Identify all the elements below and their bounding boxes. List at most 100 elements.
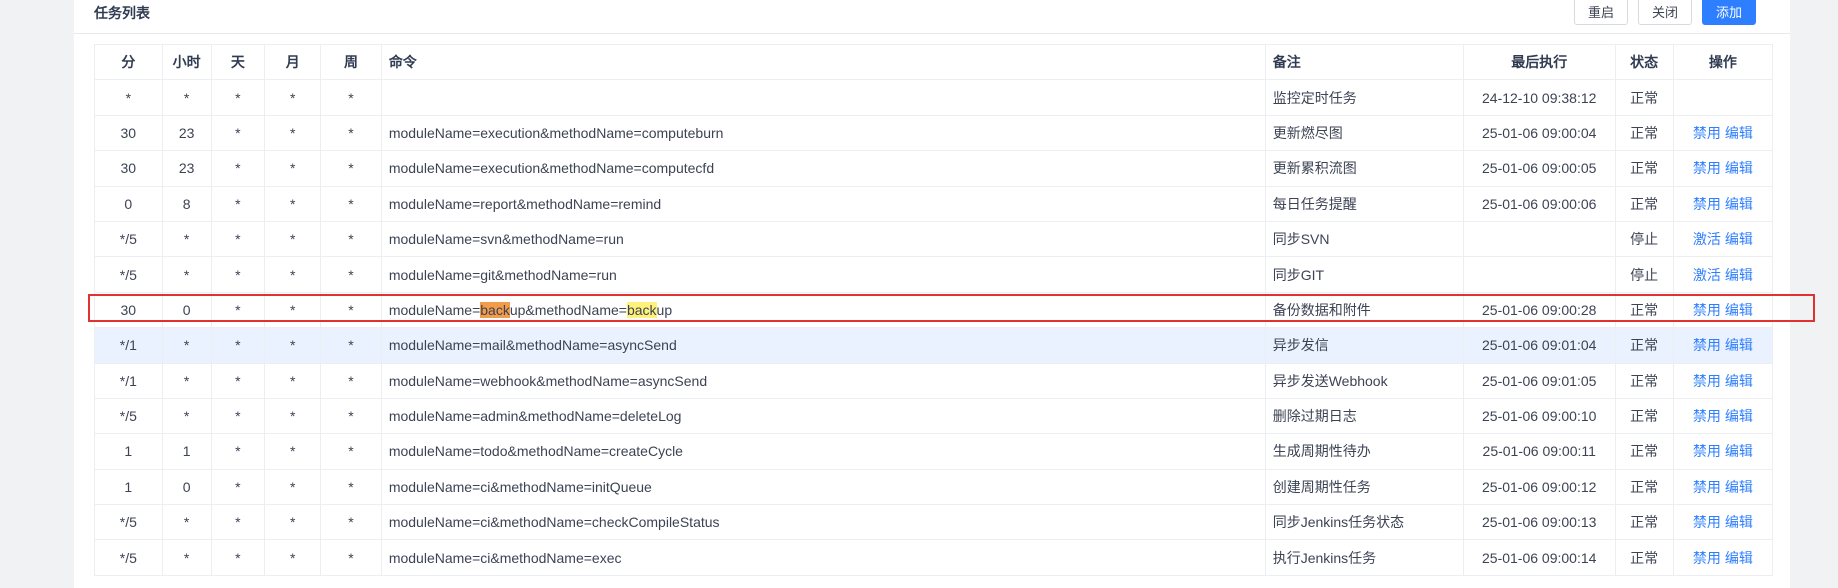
cell-command: moduleName=execution&methodName=computeb…	[380, 114, 1266, 152]
col-header-command[interactable]: 命令	[380, 43, 1266, 81]
cell-command	[380, 79, 1266, 116]
col-header-last-run[interactable]: 最后执行	[1462, 43, 1616, 81]
disable-link[interactable]: 禁用	[1693, 196, 1721, 212]
cell-last-run: 25-01-06 09:00:13	[1462, 504, 1616, 541]
disable-link[interactable]: 禁用	[1693, 373, 1721, 389]
cell-command: moduleName=report&methodName=remind	[380, 185, 1266, 222]
col-header-month[interactable]: 月	[264, 43, 322, 81]
table-row[interactable]: */5 * * * * moduleName=admin&methodName=delet…	[94, 397, 1774, 435]
cell-note: 同步SVN	[1264, 220, 1464, 258]
cell-week: *	[320, 327, 382, 364]
edit-link[interactable]: 编辑	[1725, 160, 1753, 176]
cell-hour: 8	[161, 185, 212, 222]
cell-actions: 禁用 编辑	[1672, 504, 1774, 541]
table-row[interactable]: 30 23 * * * moduleName=execution&methodName=c…	[94, 150, 1774, 187]
disable-link[interactable]: 禁用	[1693, 443, 1721, 459]
cell-day: *	[210, 504, 266, 541]
activate-link[interactable]: 激活	[1693, 231, 1721, 247]
cell-week: *	[320, 256, 382, 293]
disable-link[interactable]: 禁用	[1693, 160, 1721, 176]
edit-link[interactable]: 编辑	[1725, 267, 1753, 283]
table-row[interactable]: */1 * * * * moduleName=mail&methodName=asyncS…	[94, 327, 1774, 364]
col-header-hour[interactable]: 小时	[161, 43, 212, 81]
edit-link[interactable]: 编辑	[1725, 479, 1753, 495]
cell-day: *	[210, 220, 266, 258]
table-row[interactable]: * * * * * 监控定时任务 24-12-10 09:38:12 正常	[94, 79, 1774, 116]
cell-note: 删除过期日志	[1264, 397, 1464, 435]
edit-link[interactable]: 编辑	[1725, 337, 1753, 353]
edit-link[interactable]: 编辑	[1725, 196, 1753, 212]
cell-minute: *	[94, 79, 163, 116]
disable-link[interactable]: 禁用	[1693, 550, 1721, 566]
disable-link[interactable]: 禁用	[1693, 408, 1721, 424]
disable-link[interactable]: 禁用	[1693, 302, 1721, 318]
edit-link[interactable]: 编辑	[1725, 231, 1753, 247]
task-list-panel: 任务列表 重启 关闭 添加 分 小时 天 月 周 命令 备注 最后执行 状态 操…	[74, 0, 1790, 588]
cell-hour: *	[161, 327, 212, 364]
cell-month: *	[264, 468, 322, 506]
disable-link[interactable]: 禁用	[1693, 125, 1721, 141]
cell-last-run: 25-01-06 09:00:05	[1462, 150, 1616, 187]
table-row[interactable]: */5 * * * * moduleName=ci&methodName=checkCom…	[94, 504, 1774, 541]
cell-day: *	[210, 433, 266, 470]
cell-week: *	[320, 79, 382, 116]
cell-command: moduleName=todo&methodName=createCycle	[380, 433, 1266, 470]
cell-hour: *	[161, 256, 212, 293]
close-button[interactable]: 关闭	[1637, 0, 1692, 25]
cell-status: 正常	[1614, 539, 1674, 576]
cell-month: *	[264, 256, 322, 293]
table-row[interactable]: 30 23 * * * moduleName=execution&methodName=c…	[94, 114, 1774, 152]
edit-link[interactable]: 编辑	[1725, 443, 1753, 459]
add-button[interactable]: 添加	[1701, 0, 1756, 25]
restart-button[interactable]: 重启	[1573, 0, 1628, 25]
cell-week: *	[320, 185, 382, 222]
activate-link[interactable]: 激活	[1693, 267, 1721, 283]
table-row[interactable]: 1 0 * * * moduleName=ci&methodName=initQueue 创…	[94, 468, 1774, 506]
cell-note: 生成周期性待办	[1264, 433, 1464, 470]
table-row[interactable]: */1 * * * * moduleName=webhook&methodName=asy…	[94, 362, 1774, 399]
cell-day: *	[210, 79, 266, 116]
cell-status: 正常	[1614, 185, 1674, 222]
cell-week: *	[320, 504, 382, 541]
cell-actions: 禁用 编辑	[1672, 397, 1774, 435]
edit-link[interactable]: 编辑	[1725, 125, 1753, 141]
edit-link[interactable]: 编辑	[1725, 373, 1753, 389]
col-header-status[interactable]: 状态	[1614, 43, 1674, 81]
edit-link[interactable]: 编辑	[1725, 550, 1753, 566]
cell-last-run: 25-01-06 09:00:12	[1462, 468, 1616, 506]
cell-note: 异步发信	[1264, 327, 1464, 364]
col-header-note[interactable]: 备注	[1264, 43, 1464, 81]
cell-actions: 禁用 编辑	[1672, 185, 1774, 222]
col-header-actions: 操作	[1672, 43, 1774, 81]
cell-month: *	[264, 291, 322, 329]
table-row[interactable]: */5 * * * * moduleName=svn&methodName=run 同步SV…	[94, 220, 1774, 258]
table-row[interactable]: */5 * * * * moduleName=ci&methodName=exec 执行Je…	[94, 539, 1774, 576]
cell-minute: 0	[94, 185, 163, 222]
cell-minute: 1	[94, 468, 163, 506]
col-header-week[interactable]: 周	[320, 43, 382, 81]
cell-week: *	[320, 114, 382, 152]
cell-day: *	[210, 397, 266, 435]
col-header-minute[interactable]: 分	[94, 43, 163, 81]
table-row[interactable]: 0 8 * * * moduleName=report&methodName=remind…	[94, 185, 1774, 222]
cell-actions: 禁用 编辑	[1672, 150, 1774, 187]
cell-last-run: 25-01-06 09:00:11	[1462, 433, 1616, 470]
table-row[interactable]: */5 * * * * moduleName=git&methodName=run 同步GI…	[94, 256, 1774, 293]
cell-week: *	[320, 539, 382, 576]
cell-last-run: 25-01-06 09:01:05	[1462, 362, 1616, 399]
edit-link[interactable]: 编辑	[1725, 302, 1753, 318]
edit-link[interactable]: 编辑	[1725, 514, 1753, 530]
table-row[interactable]: 30 0 * * * moduleName=backup&methodName=backu…	[94, 291, 1774, 329]
header-actions: 重启 关闭 添加	[1573, 0, 1756, 25]
disable-link[interactable]: 禁用	[1693, 337, 1721, 353]
cell-status: 正常	[1614, 504, 1674, 541]
cell-hour: *	[161, 220, 212, 258]
edit-link[interactable]: 编辑	[1725, 408, 1753, 424]
table-row[interactable]: 1 1 * * * moduleName=todo&methodName=createCy…	[94, 433, 1774, 470]
disable-link[interactable]: 禁用	[1693, 514, 1721, 530]
cell-actions: 禁用 编辑	[1672, 362, 1774, 399]
disable-link[interactable]: 禁用	[1693, 479, 1721, 495]
col-header-day[interactable]: 天	[210, 43, 266, 81]
cell-minute: 30	[94, 291, 163, 329]
cell-note: 更新燃尽图	[1264, 114, 1464, 152]
